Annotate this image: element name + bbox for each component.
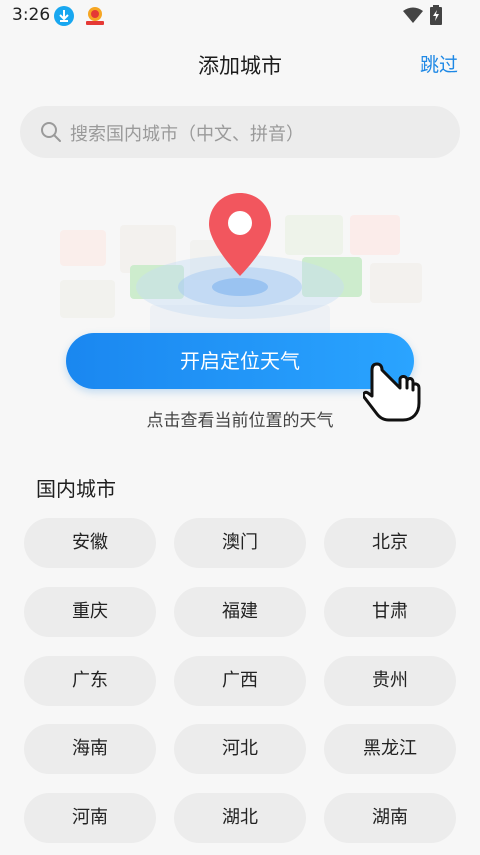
city-chip[interactable]: 甘肃 <box>324 587 456 637</box>
search-icon <box>41 122 61 142</box>
city-chip[interactable]: 重庆 <box>24 587 156 637</box>
city-chip[interactable]: 福建 <box>174 587 306 637</box>
battery-charging-icon <box>430 5 442 29</box>
location-hint: 点击查看当前位置的天气 <box>146 411 334 431</box>
wifi-icon <box>403 7 423 27</box>
app-notification-icon <box>84 5 106 27</box>
status-time: 3:26 <box>12 5 51 25</box>
city-chip[interactable]: 北京 <box>324 518 456 568</box>
header: 添加城市 跳过 <box>0 40 480 86</box>
city-chip[interactable]: 广东 <box>24 656 156 706</box>
download-notification-icon <box>54 6 74 26</box>
city-chip[interactable]: 贵州 <box>324 656 456 706</box>
city-chip[interactable]: 澳门 <box>174 518 306 568</box>
page-title: 添加城市 <box>198 54 282 78</box>
status-bar: 3:26 <box>0 0 480 32</box>
search-input[interactable]: 搜索国内城市（中文、拼音） <box>20 106 460 158</box>
city-chip[interactable]: 安徽 <box>24 518 156 568</box>
search-placeholder: 搜索国内城市（中文、拼音） <box>70 124 304 145</box>
skip-button[interactable]: 跳过 <box>420 50 458 77</box>
city-chip[interactable]: 河北 <box>174 724 306 774</box>
section-title-domestic-cities: 国内城市 <box>36 477 116 501</box>
city-chip[interactable]: 湖北 <box>174 793 306 843</box>
location-illustration <box>40 185 440 335</box>
city-chip[interactable]: 海南 <box>24 724 156 774</box>
city-chip[interactable]: 黑龙江 <box>324 724 456 774</box>
city-chip[interactable]: 湖南 <box>324 793 456 843</box>
city-chip[interactable]: 广西 <box>174 656 306 706</box>
city-chip[interactable]: 河南 <box>24 793 156 843</box>
enable-location-button[interactable]: 开启定位天气 <box>66 333 414 389</box>
map-pin-icon <box>209 193 271 276</box>
